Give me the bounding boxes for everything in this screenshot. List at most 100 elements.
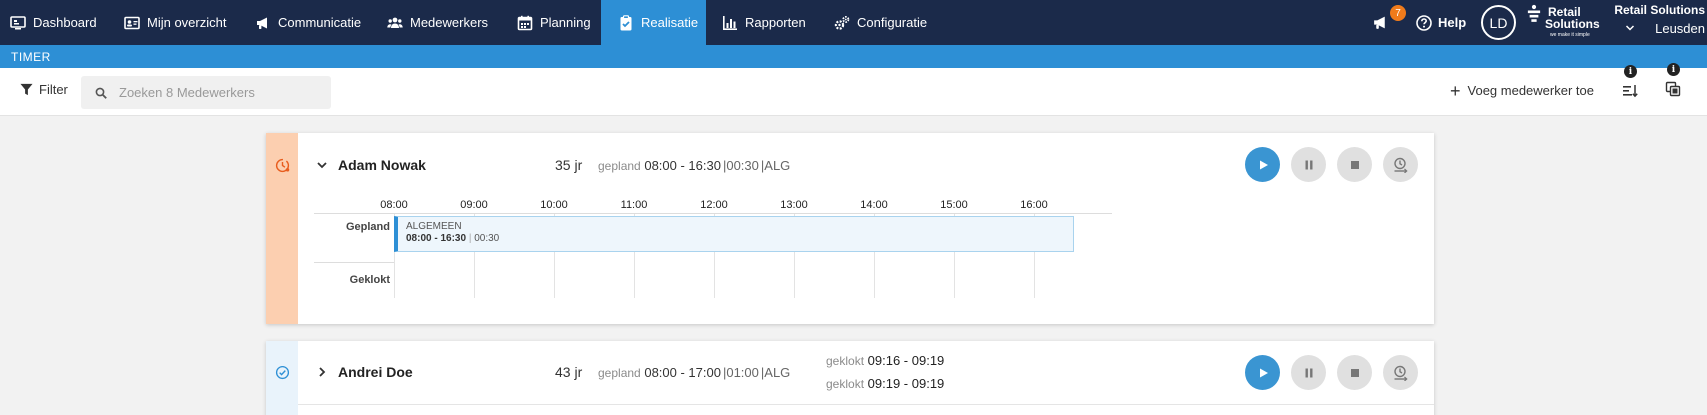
nav-item-medewerkers[interactable]: Medewerkers [387, 0, 488, 45]
employee-age: 43 jr [555, 364, 583, 380]
play-icon [1259, 368, 1268, 377]
clocked-prefix: geklokt [826, 354, 865, 368]
add-employee-label: Voeg medewerker toe [1467, 83, 1594, 98]
timeline-hour-label: 08:00 [380, 199, 408, 211]
employee-card: Andrei Doe 43 jr gepland 08:00 - 17:00 |0… [266, 341, 1434, 415]
timeline-hour-label: 09:00 [460, 199, 488, 211]
timeline-hour-label: 16:00 [1020, 199, 1048, 211]
chevron-down-icon [1625, 25, 1635, 31]
logo-tagline: we make it simple [1550, 32, 1590, 38]
timeline-hour-label: 14:00 [860, 199, 888, 211]
clocked-entry: geklokt 09:19 - 09:19 [826, 376, 944, 391]
toolbar: Filter + Voeg medewerker toe i i [0, 63, 1707, 116]
timeline-hour-label: 13:00 [780, 199, 808, 211]
cogs-icon [834, 15, 850, 30]
clocked-time: 09:16 - 09:19 [867, 353, 945, 368]
timeline-hour-label: 11:00 [620, 199, 648, 211]
timeline-hour-label: 12:00 [700, 199, 728, 211]
page-title: TIMER [11, 49, 51, 64]
company-name: Retail Solutions [1614, 3, 1705, 17]
question-circle-icon [1416, 14, 1432, 31]
nav-item-communicatie[interactable]: Communicatie [255, 0, 361, 45]
nav-item-mijn-overzicht[interactable]: Mijn overzicht [124, 0, 226, 45]
search-icon [95, 87, 107, 99]
nav-item-dashboard[interactable]: Dashboard [10, 0, 107, 45]
timeline-hour-label: 10:00 [540, 199, 568, 211]
user-avatar[interactable]: LD [1481, 5, 1516, 40]
clocked-entry: geklokt 09:16 - 09:19 [826, 353, 944, 368]
shift-separator: | [468, 233, 472, 244]
scheduled-dept: |ALG [760, 365, 791, 380]
nav-label: Planning [540, 15, 591, 30]
filter-icon [20, 83, 33, 96]
search-box[interactable] [81, 76, 331, 109]
chevron-right-icon[interactable] [316, 366, 328, 378]
timeline-row-label-planned: Gepland [345, 221, 390, 233]
nav-label: Rapporten [745, 15, 806, 30]
notification-count-badge: 7 [1390, 5, 1406, 21]
id-card-icon [124, 16, 140, 29]
timeline-hour-label: 15:00 [940, 199, 968, 211]
megaphone-icon [1374, 16, 1385, 29]
sort-icon [1623, 85, 1638, 98]
employee-card: Adam Nowak 35 jr gepland 08:00 - 16:30 |0… [266, 133, 1434, 324]
logo-mark-icon [1527, 4, 1541, 22]
nav-item-rapporten[interactable]: Rapporten [722, 0, 806, 45]
megaphone-icon [257, 17, 267, 29]
stop-button[interactable] [1337, 355, 1372, 390]
clock-transfer-icon [1393, 365, 1408, 381]
nav-label: Configuratie [857, 15, 928, 30]
nav-item-configuratie[interactable]: Configuratie [834, 0, 927, 45]
notifications-button[interactable] [1372, 0, 1389, 45]
employee-name: Andrei Doe [338, 364, 413, 380]
shift-break: 00:30 [474, 233, 500, 244]
timeline: 08:00 09:00 10:00 11:00 12:00 13:00 14:00 15:00… [266, 133, 1434, 324]
plus-icon: + [1450, 80, 1461, 101]
nav-label: Realisatie [641, 15, 699, 30]
retail-solutions-logo: Retail Solutions we make it simple [1527, 3, 1603, 41]
clipboard-icon [620, 14, 632, 30]
info-icon: i [1667, 63, 1680, 76]
nav-label: Communicatie [278, 15, 362, 30]
pause-icon [1305, 368, 1312, 377]
scheduled-prefix: gepland [598, 366, 641, 380]
users-icon [387, 17, 403, 28]
company-selector[interactable]: Retail Solutions Leusden [1603, 2, 1707, 42]
stop-icon [1350, 368, 1359, 377]
play-button[interactable] [1245, 355, 1280, 390]
nav-item-planning[interactable]: Planning [517, 0, 591, 45]
help-button[interactable]: Help [1416, 0, 1466, 45]
clocked-prefix: geklokt [826, 377, 865, 391]
calendar-icon [517, 15, 533, 30]
dashboard-icon [10, 15, 26, 29]
copy-icon [1665, 81, 1681, 97]
scheduled-break: |01:00 [722, 365, 759, 380]
clocked-time: 09:19 - 09:19 [867, 376, 945, 391]
timeline-row-label-clocked: Geklokt [349, 274, 390, 286]
copy-button[interactable]: i [1663, 63, 1685, 103]
nav-label: Mijn overzicht [147, 15, 227, 30]
pause-button[interactable] [1291, 355, 1326, 390]
filter-label: Filter [39, 82, 68, 97]
top-navigation: Dashboard Mijn overzicht Communicatie Me… [0, 0, 1707, 45]
nav-label: Medewerkers [410, 15, 489, 30]
sort-button[interactable]: i [1620, 65, 1642, 105]
page-subheader: TIMER [0, 45, 1707, 68]
company-location: Leusden [1655, 21, 1705, 36]
scheduled-shift: gepland 08:00 - 17:00 |01:00 |ALG [598, 365, 790, 380]
shift-time: 08:00 - 16:30 [406, 233, 467, 244]
planned-shift-bar[interactable]: ALGEMEEN 08:00 - 16:30 | 00:30 [394, 216, 1074, 252]
filter-button[interactable]: Filter [20, 82, 68, 97]
check-circle-icon [275, 365, 290, 380]
shift-details: 08:00 - 16:30 | 00:30 [406, 233, 499, 244]
logo-line-2: Solutions [1545, 17, 1600, 31]
help-label: Help [1438, 15, 1467, 30]
search-input[interactable] [119, 85, 319, 100]
clock-transfer-button[interactable] [1383, 355, 1418, 390]
bar-chart-icon [723, 15, 737, 30]
add-employee-button[interactable]: + Voeg medewerker toe [1450, 80, 1594, 101]
nav-label: Dashboard [33, 15, 97, 30]
nav-item-realisatie[interactable]: Realisatie [601, 0, 706, 45]
info-icon: i [1624, 65, 1637, 78]
shift-department: ALGEMEEN [406, 221, 462, 232]
